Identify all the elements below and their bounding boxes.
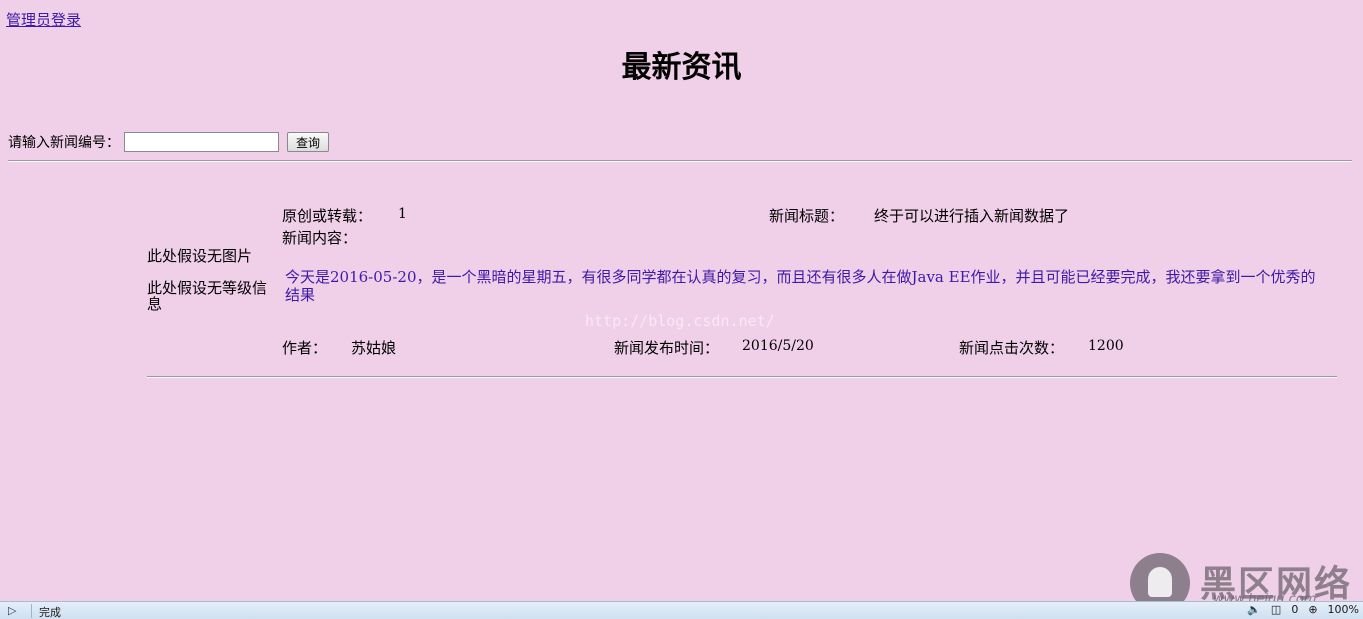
publish-time-value: 2016/5/20 [742, 338, 814, 354]
news-content-label: 新闻内容： [282, 229, 358, 247]
search-label: 请输入新闻编号： [8, 135, 120, 151]
page-icon: ▷ [8, 604, 17, 617]
divider [8, 160, 1352, 162]
status-separator [31, 604, 32, 618]
news-meta-row: 原创或转载： 1 新闻标题： 终于可以进行插入新闻数据了 [282, 205, 1337, 225]
level-placeholder-note: 此处假设无等级信息 [147, 279, 268, 313]
status-text: 完成 [39, 606, 61, 619]
zoom-icon[interactable]: ⊕ [1308, 603, 1317, 616]
status-bar: ▷ 完成 🔈 ◫ 0 ⊕ 100% [0, 601, 1363, 619]
status-right-group: 🔈 ◫ 0 ⊕ 100% [1247, 603, 1359, 616]
page-title: 最新资讯 [621, 50, 742, 85]
author-label: 作者： [282, 339, 328, 357]
speaker-icon[interactable]: 🔈 [1247, 603, 1261, 616]
author-value: 苏姑娘 [351, 339, 397, 357]
zoom-level[interactable]: 100% [1328, 603, 1359, 616]
news-title-label: 新闻标题： [769, 207, 845, 225]
news-left-column: 此处假设无图片 此处假设无等级信息 [147, 248, 277, 312]
image-placeholder-note: 此处假设无图片 [147, 247, 253, 265]
news-footer-row: 作者： 苏姑娘 新闻发布时间： 2016/5/20 新闻点击次数： 1200 [282, 337, 1337, 357]
click-count-value: 1200 [1088, 338, 1124, 354]
query-button[interactable]: 查询 [287, 132, 330, 152]
search-bar: 请输入新闻编号： 查询 [8, 130, 330, 154]
publish-time-label: 新闻发布时间： [614, 339, 720, 357]
news-id-input[interactable] [124, 132, 279, 152]
origin-value: 1 [398, 206, 407, 222]
watermark-url: http://blog.csdn.net/ [585, 312, 775, 330]
click-count-label: 新闻点击次数： [959, 339, 1065, 357]
zone-count[interactable]: 0 [1291, 603, 1298, 616]
browser-page: 管理员登录 最新资讯 请输入新闻编号： 查询 此处假设无图片 此处假设无等级信息… [0, 0, 1363, 619]
protected-mode-icon[interactable]: ◫ [1271, 603, 1281, 616]
news-title-value: 终于可以进行插入新闻数据了 [874, 207, 1070, 225]
divider [147, 376, 1337, 378]
admin-login-link[interactable]: 管理员登录 [6, 9, 81, 30]
news-content-text: 今天是2016-05-20，是一个黑暗的星期五，有很多同学都在认真的复习，而且还… [285, 268, 1316, 304]
origin-label: 原创或转载： [282, 207, 373, 225]
